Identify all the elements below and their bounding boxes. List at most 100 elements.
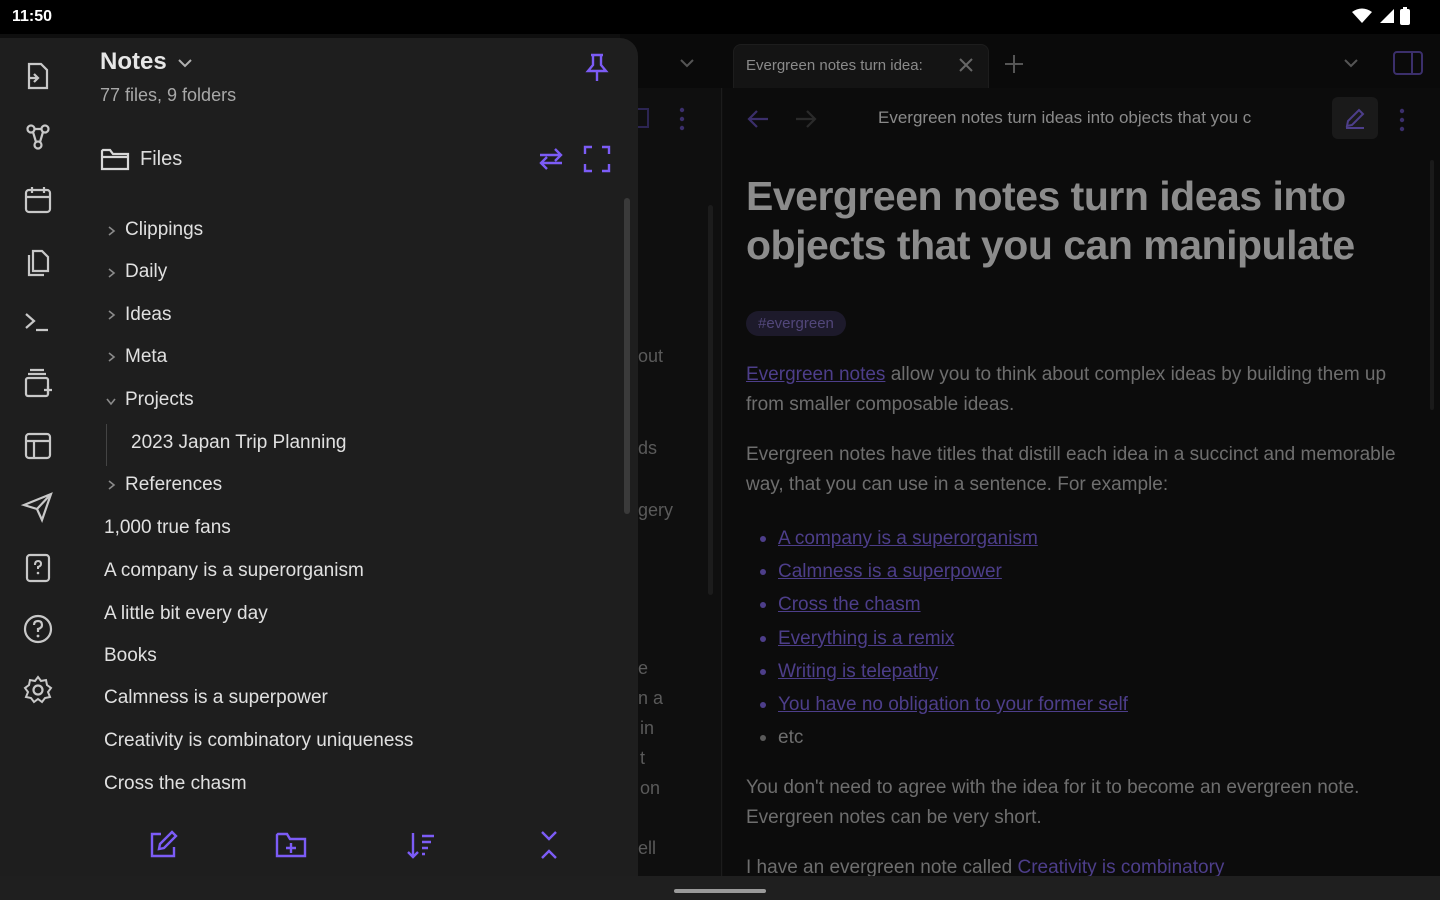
- open-quick-switcher-icon[interactable]: [20, 58, 56, 94]
- battery-icon: [1400, 7, 1410, 25]
- link-writing-is-telepathy[interactable]: Writing is telepathy: [778, 661, 938, 682]
- publish-icon[interactable]: [20, 489, 56, 525]
- chevron-right-icon[interactable]: [104, 308, 118, 322]
- pencil-icon: [1345, 108, 1365, 129]
- middle-text-fragment: n a: [638, 688, 664, 708]
- command-palette-icon[interactable]: [20, 304, 56, 340]
- note-paragraph-3: You don't need to agree with the idea fo…: [746, 777, 1360, 828]
- middle-text-fragment: t: [640, 748, 646, 768]
- swap-icon[interactable]: [536, 144, 566, 174]
- folder-icon: [100, 148, 130, 171]
- middle-text-fragment: on: [640, 778, 661, 798]
- list-item: You have no obligation to your former se…: [760, 688, 1128, 721]
- list-item-text: etc: [778, 727, 804, 749]
- chevron-down-icon[interactable]: [676, 52, 698, 74]
- file-tree-scrollbar[interactable]: [624, 198, 630, 514]
- folder-clippings[interactable]: Clippings: [125, 219, 203, 241]
- link-everything-is-a-remix[interactable]: Everything is a remix: [778, 628, 954, 649]
- tab-list-chevron-icon[interactable]: [1340, 52, 1362, 74]
- fullscreen-icon[interactable]: [582, 144, 612, 174]
- edit-mode-button[interactable]: [1332, 97, 1378, 139]
- signal-icon: [1380, 9, 1394, 23]
- daily-note-icon[interactable]: [20, 182, 56, 218]
- new-folder-icon[interactable]: [274, 828, 308, 862]
- close-icon[interactable]: [956, 55, 976, 75]
- indent-guide: [106, 424, 107, 466]
- link-calmness-is-a-superpower[interactable]: Calmness is a superpower: [778, 561, 1002, 582]
- note-title: Evergreen notes turn ideas into objects …: [746, 173, 1355, 268]
- list-item: etc: [760, 721, 1128, 754]
- templates-icon[interactable]: [20, 428, 56, 464]
- link-creativity-is-combinatory[interactable]: Creativity is combinatory: [1017, 857, 1224, 878]
- graph-view-icon[interactable]: [20, 120, 56, 156]
- system-indicators: [1352, 7, 1410, 25]
- tab-title: Evergreen notes turn idea:: [746, 57, 923, 74]
- collapse-all-icon[interactable]: [532, 828, 566, 862]
- new-note-icon[interactable]: [146, 828, 180, 862]
- chevron-down-icon[interactable]: [176, 56, 194, 70]
- link-evergreen-notes[interactable]: Evergreen notes: [746, 364, 885, 385]
- vault-name[interactable]: Notes: [100, 48, 167, 76]
- paragraph-text: I have an evergreen note called: [746, 857, 1018, 878]
- forward-arrow-icon[interactable]: [792, 107, 818, 131]
- random-note-icon[interactable]: [20, 550, 56, 586]
- folder-meta[interactable]: Meta: [125, 346, 167, 368]
- middle-pane-scrollbar[interactable]: [708, 205, 713, 595]
- link-you-have-no-obligation[interactable]: You have no obligation to your former se…: [778, 694, 1128, 715]
- status-time: 11:50: [12, 8, 53, 25]
- file-cross-the-chasm[interactable]: Cross the chasm: [104, 773, 247, 795]
- list-item: Cross the chasm: [760, 588, 1128, 621]
- chevron-right-icon[interactable]: [104, 350, 118, 364]
- ribbon: [0, 38, 76, 876]
- list-item: A company is a superorganism: [760, 522, 1128, 555]
- right-sidebar-toggle-icon[interactable]: [1392, 50, 1424, 76]
- new-tab-icon[interactable]: [1002, 52, 1026, 76]
- copy-icon[interactable]: [20, 243, 56, 279]
- list-item: Everything is a remix: [760, 622, 1128, 655]
- middle-text-fragment: ell: [638, 838, 657, 858]
- tab-evergreen-note[interactable]: Evergreen notes turn idea:: [733, 44, 989, 88]
- note-paragraph-1: Evergreen notes allow you to think about…: [746, 360, 1414, 420]
- list-item: Writing is telepathy: [760, 655, 1128, 688]
- middle-text-fragment: e: [638, 658, 649, 678]
- back-arrow-icon[interactable]: [746, 107, 772, 131]
- sort-icon[interactable]: [404, 828, 438, 862]
- help-icon[interactable]: [20, 611, 56, 647]
- pin-icon[interactable]: [582, 51, 612, 83]
- file-2023-japan-trip-planning[interactable]: 2023 Japan Trip Planning: [131, 432, 347, 454]
- file-a-company-is-a-superorganism[interactable]: A company is a superorganism: [104, 560, 364, 582]
- editor-scrollbar[interactable]: [1430, 160, 1434, 410]
- file-explorer-actions: [76, 828, 638, 868]
- folder-projects[interactable]: Projects: [125, 389, 194, 411]
- file-books[interactable]: Books: [104, 645, 157, 667]
- file-1000-true-fans[interactable]: 1,000 true fans: [104, 517, 231, 539]
- new-canvas-icon[interactable]: [20, 366, 56, 402]
- status-bar: 11:50: [0, 0, 1440, 34]
- note-paragraph-2: Evergreen notes have titles that distill…: [746, 444, 1396, 495]
- file-a-little-bit-every-day[interactable]: A little bit every day: [104, 603, 268, 625]
- chevron-down-icon[interactable]: [104, 394, 118, 408]
- link-cross-the-chasm[interactable]: Cross the chasm: [778, 594, 921, 615]
- chevron-right-icon[interactable]: [104, 266, 118, 280]
- chevron-right-icon[interactable]: [104, 478, 118, 492]
- home-gesture-handle[interactable]: [674, 889, 766, 893]
- folder-ideas[interactable]: Ideas: [125, 304, 171, 326]
- list-item: Calmness is a superpower: [760, 555, 1128, 588]
- file-creativity-is-combinatory-uniqueness[interactable]: Creativity is combinatory uniqueness: [104, 730, 413, 752]
- tag-evergreen[interactable]: #evergreen: [746, 311, 846, 336]
- link-a-company-is-a-superorganism[interactable]: A company is a superorganism: [778, 528, 1038, 549]
- more-options-icon[interactable]: [674, 106, 690, 132]
- folder-references[interactable]: References: [125, 474, 222, 496]
- file-calmness-is-a-superpower[interactable]: Calmness is a superpower: [104, 687, 328, 709]
- middle-text-fragment: ds: [638, 438, 658, 458]
- note-breadcrumb[interactable]: Evergreen notes turn ideas into objects …: [878, 108, 1324, 128]
- wifi-icon: [1352, 8, 1372, 23]
- left-sidebar-drawer: Notes 77 files, 9 folders Files Clipping…: [0, 38, 638, 876]
- settings-icon[interactable]: [20, 672, 56, 708]
- more-options-icon[interactable]: [1394, 107, 1410, 133]
- system-navigation-bar: [0, 876, 1440, 900]
- folder-daily[interactable]: Daily: [125, 261, 167, 283]
- examples-list: A company is a superorganism Calmness is…: [760, 522, 1128, 754]
- chevron-right-icon[interactable]: [104, 224, 118, 238]
- files-panel-title[interactable]: Files: [140, 148, 182, 171]
